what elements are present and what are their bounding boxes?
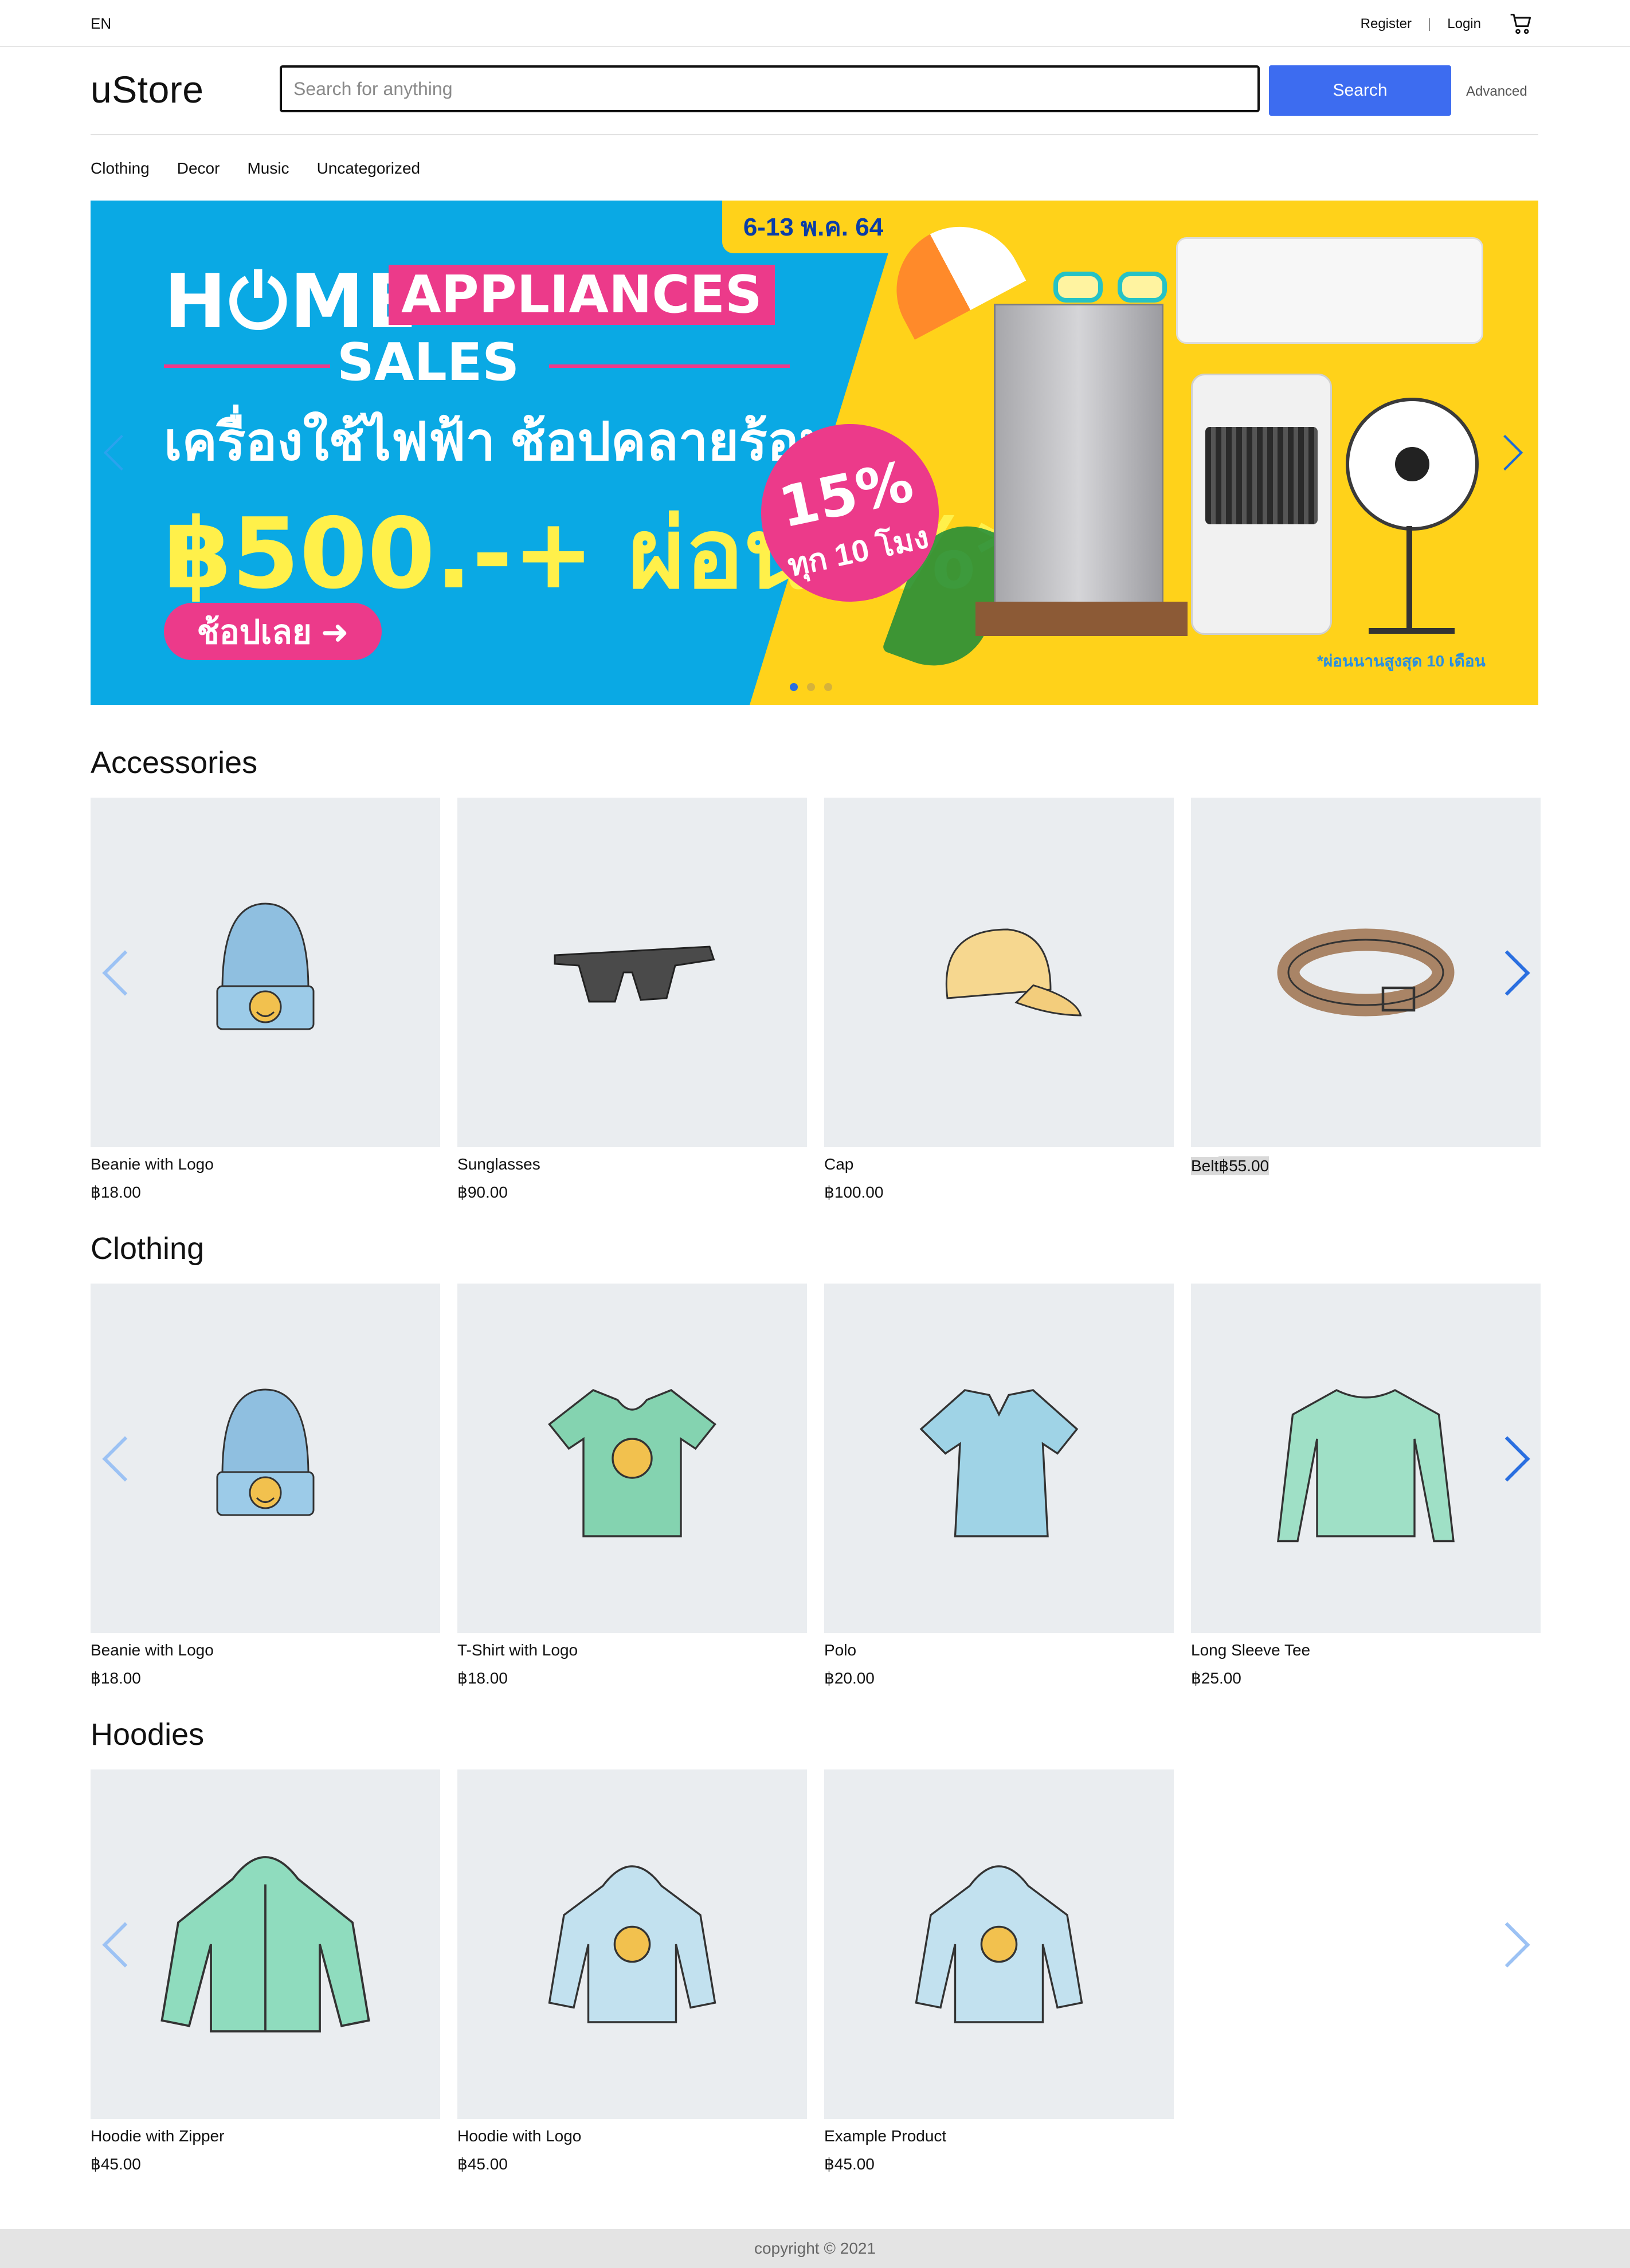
banner-sales-text: SALES [337, 332, 520, 393]
banner-thai-headline: เครื่องใช้ไฟฟ้า ช้อปคลายร้อน [164, 413, 835, 471]
carousel-dots [790, 683, 841, 691]
section-title: Hoodies [91, 1717, 205, 1752]
air-conditioner-image [1176, 237, 1483, 344]
product-card[interactable]: Sunglasses ฿90.00 [457, 798, 807, 1202]
banner-date-badge: 6-13 พ.ค. 64 [722, 201, 904, 253]
product-price: ฿18.00 [91, 1669, 141, 1687]
product-card[interactable]: Polo ฿20.00 [824, 1284, 1174, 1688]
cart-icon[interactable] [1508, 11, 1534, 37]
product-name[interactable]: Hoodie with Logo [457, 2127, 581, 2145]
nav-item-music[interactable]: Music [247, 159, 289, 178]
chevron-right-icon[interactable] [1484, 1922, 1530, 1968]
product-name[interactable]: Beanie with Logo [91, 1641, 214, 1659]
category-nav: Clothing Decor Music Uncategorized [91, 159, 448, 178]
promo-banner-carousel[interactable]: 6-13 พ.ค. 64 H⏻ME APPLIANCES SALES เครื่… [91, 201, 1538, 705]
product-name[interactable]: Polo [824, 1641, 856, 1659]
product-card[interactable]: Long Sleeve Tee ฿25.00 [1191, 1284, 1541, 1688]
section-title: Clothing [91, 1231, 205, 1266]
product-image[interactable] [457, 1769, 807, 2119]
nav-item-decor[interactable]: Decor [177, 159, 220, 178]
product-card[interactable]: Belt฿55.00 [1191, 798, 1541, 1175]
product-price: ฿18.00 [91, 1183, 141, 1201]
carousel-dot[interactable] [824, 683, 832, 691]
search-button[interactable]: Search [1269, 65, 1451, 116]
product-name[interactable]: Hoodie with Zipper [91, 2127, 224, 2145]
product-name[interactable]: Long Sleeve Tee [1191, 1641, 1310, 1659]
product-image[interactable] [824, 798, 1174, 1147]
product-card[interactable]: Cap ฿100.00 [824, 798, 1174, 1202]
product-price: ฿18.00 [457, 1669, 508, 1687]
product-name[interactable]: Beanie with Logo [91, 1155, 214, 1174]
product-price: ฿20.00 [824, 1669, 875, 1687]
nav-item-uncategorized[interactable]: Uncategorized [317, 159, 421, 178]
product-price: ฿45.00 [824, 2155, 875, 2173]
carousel-dot[interactable] [790, 683, 798, 691]
link-separator: | [1428, 16, 1432, 32]
fan-base [1369, 628, 1455, 634]
advanced-search-link[interactable]: Advanced [1466, 84, 1527, 100]
product-name[interactable]: T-Shirt with Logo [457, 1641, 578, 1659]
product-image[interactable] [457, 1284, 807, 1633]
product-card[interactable]: Example Product ฿45.00 [824, 1769, 1174, 2173]
product-card[interactable]: Hoodie with Logo ฿45.00 [457, 1769, 807, 2173]
product-price: ฿90.00 [457, 1183, 508, 1201]
product-name[interactable]: Example Product [824, 2127, 946, 2145]
fan-image [1346, 398, 1479, 531]
product-card[interactable]: Beanie with Logo ฿18.00 [91, 798, 440, 1202]
banner-divider-left [164, 364, 330, 368]
search-input[interactable] [280, 65, 1260, 112]
nav-item-clothing[interactable]: Clothing [91, 159, 150, 178]
banner-shop-now-button[interactable]: ช้อปเลย ➜ [164, 603, 382, 660]
fridge-image [994, 304, 1163, 605]
product-card[interactable]: T-Shirt with Logo ฿18.00 [457, 1284, 807, 1688]
product-name[interactable]: Cap [824, 1155, 853, 1174]
product-name[interactable]: Belt [1191, 1157, 1219, 1175]
product-price: ฿55.00 [1218, 1156, 1269, 1175]
product-price: ฿45.00 [91, 2155, 141, 2173]
product-price: ฿100.00 [824, 1183, 884, 1201]
top-bar: EN Register | Login [0, 0, 1630, 47]
sunglasses-illustration [1053, 272, 1168, 303]
footer: copyright © 2021 [0, 2229, 1630, 2268]
fridge-stand-image [975, 602, 1188, 636]
fan-pole [1406, 526, 1412, 629]
product-image[interactable] [824, 1284, 1174, 1633]
banner-appliances-text: APPLIANCES [389, 265, 775, 325]
login-link[interactable]: Login [1447, 16, 1481, 32]
register-link[interactable]: Register [1361, 16, 1412, 32]
product-image[interactable] [824, 1769, 1174, 2119]
carousel-dot[interactable] [807, 683, 815, 691]
product-image[interactable] [457, 798, 807, 1147]
product-price: ฿25.00 [1191, 1669, 1241, 1687]
language-selector[interactable]: EN [91, 15, 111, 33]
header-divider [91, 134, 1538, 135]
product-card[interactable]: Hoodie with Zipper ฿45.00 [91, 1769, 440, 2173]
section-title: Accessories [91, 745, 258, 780]
site-logo[interactable]: uStore [91, 68, 203, 111]
banner-footnote: *ผ่อนนานสูงสุด 10 เดือน [1317, 652, 1486, 670]
account-links: Register | Login [1361, 11, 1534, 37]
product-card[interactable]: Beanie with Logo ฿18.00 [91, 1284, 440, 1688]
banner-divider-right [549, 364, 790, 368]
air-cooler-image [1191, 374, 1332, 635]
product-name[interactable]: Sunglasses [457, 1155, 540, 1174]
product-price: ฿45.00 [457, 2155, 508, 2173]
